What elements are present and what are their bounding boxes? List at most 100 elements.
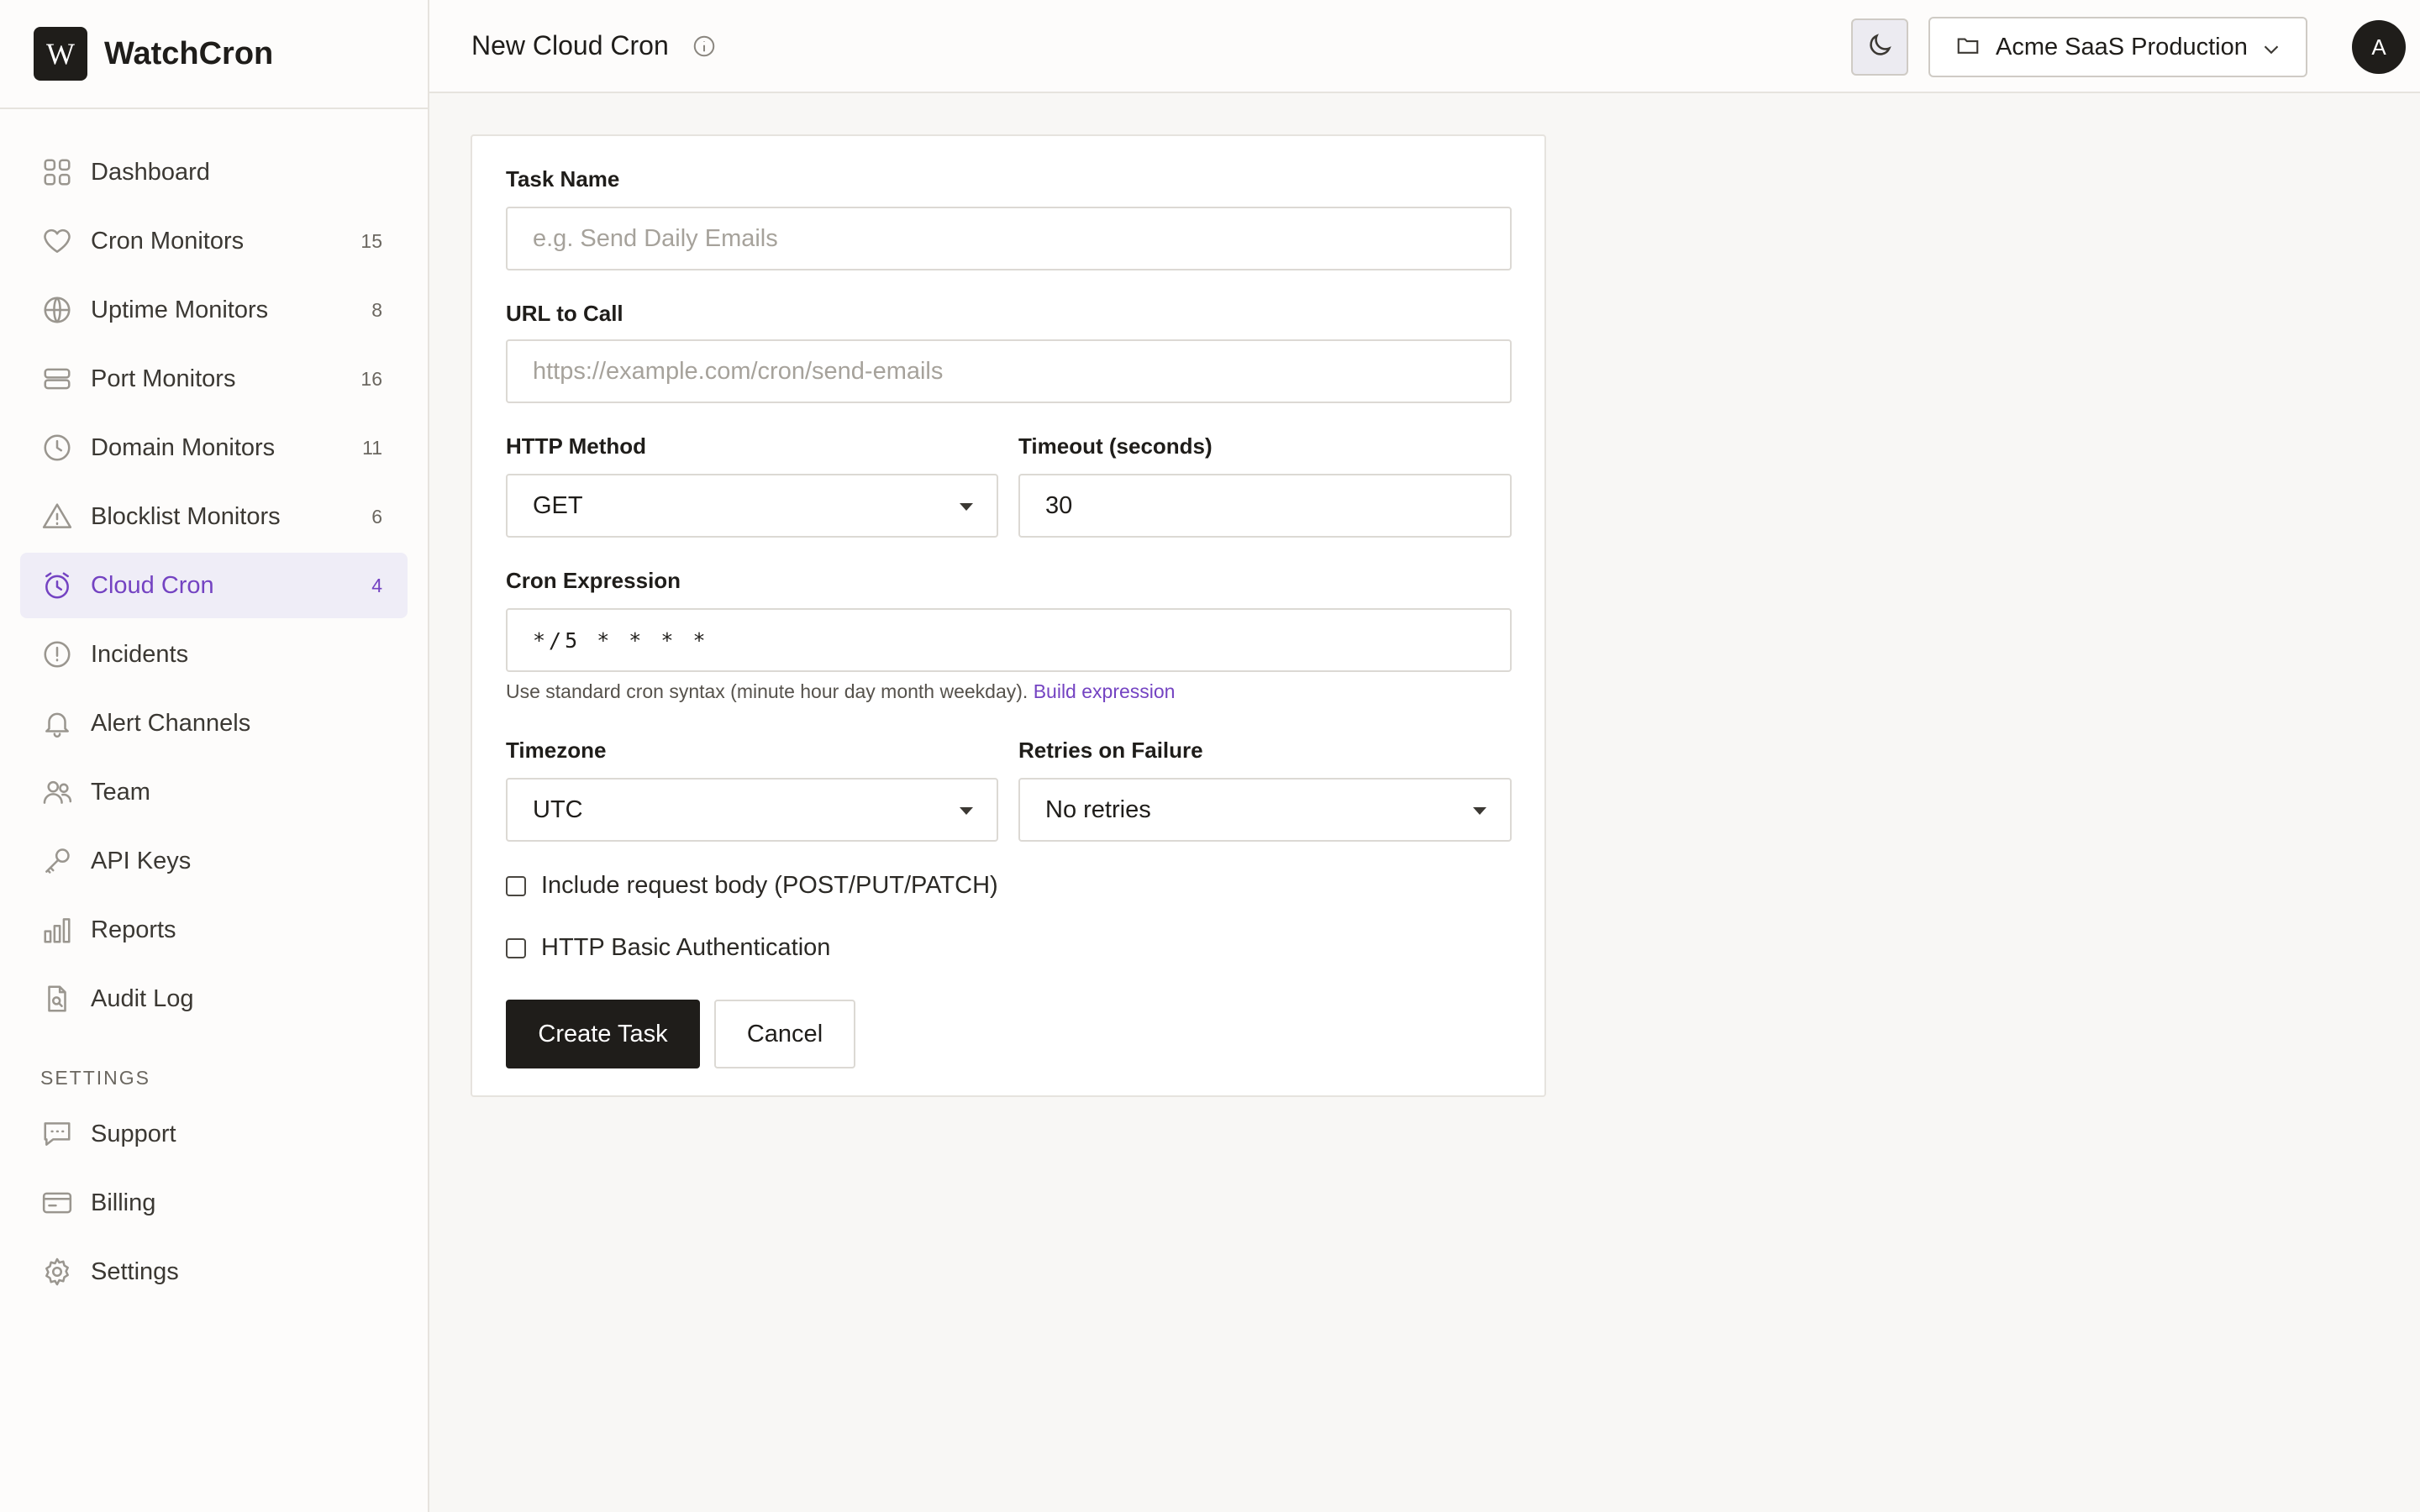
page-title: New Cloud Cron — [471, 30, 669, 60]
include-body-row[interactable]: Include request body (POST/PUT/PATCH) — [506, 872, 998, 900]
sidebar-item-label: Incidents — [91, 640, 189, 668]
sidebar-item-support[interactable]: Support — [20, 1101, 408, 1167]
alert-circle-icon — [40, 638, 74, 671]
sidebar-item-count: 16 — [360, 367, 382, 390]
sidebar-item-count: 4 — [371, 574, 382, 596]
sidebar-item-reports[interactable]: Reports — [20, 897, 408, 963]
sidebar-item-label: Audit Log — [91, 984, 194, 1012]
sidebar-item-incidents[interactable]: Incidents — [20, 622, 408, 687]
new-cloud-cron-form: Task Name URL to Call HTTP Method GET Ti… — [471, 134, 1546, 1097]
sidebar-item-label: Billing — [91, 1189, 156, 1216]
credit-card-icon — [40, 1186, 74, 1220]
sidebar-item-label: Uptime Monitors — [91, 296, 269, 323]
sidebar-item-dashboard[interactable]: Dashboard — [20, 139, 408, 205]
gear-icon — [40, 1255, 74, 1289]
theme-toggle-button[interactable] — [1851, 18, 1908, 76]
sidebar-item-uptime-monitors[interactable]: Uptime Monitors 8 — [20, 277, 408, 343]
brand[interactable]: W WatchCron — [0, 0, 428, 109]
bell-icon — [40, 706, 74, 740]
sidebar-item-audit-log[interactable]: Audit Log — [20, 966, 408, 1032]
moon-icon — [1865, 31, 1894, 64]
sidebar-item-cron-monitors[interactable]: Cron Monitors 15 — [20, 208, 408, 274]
clock-icon — [40, 431, 74, 465]
caret-down-icon — [1473, 807, 1486, 815]
heart-icon — [40, 224, 74, 258]
http-method-select[interactable]: GET — [506, 474, 998, 538]
grid-icon — [40, 155, 74, 189]
sidebar-item-domain-monitors[interactable]: Domain Monitors 11 — [20, 415, 408, 480]
sidebar-item-port-monitors[interactable]: Port Monitors 16 — [20, 346, 408, 412]
include-body-label: Include request body (POST/PUT/PATCH) — [541, 872, 998, 899]
sidebar-item-api-keys[interactable]: API Keys — [20, 828, 408, 894]
sidebar-item-label: Dashboard — [91, 158, 210, 186]
chat-icon — [40, 1117, 74, 1151]
create-task-button[interactable]: Create Task — [506, 1000, 700, 1068]
cron-expression-label: Cron Expression — [506, 568, 681, 593]
sidebar-item-count: 6 — [371, 505, 382, 528]
sidebar-item-label: Reports — [91, 916, 176, 943]
sidebar-item-settings[interactable]: Settings — [20, 1239, 408, 1305]
sidebar-item-billing[interactable]: Billing — [20, 1170, 408, 1236]
sidebar-item-count: 15 — [360, 229, 382, 252]
info-icon[interactable] — [692, 34, 717, 59]
sidebar-item-label: Domain Monitors — [91, 433, 276, 461]
sidebar-item-team[interactable]: Team — [20, 759, 408, 825]
timezone-select[interactable]: UTC — [506, 778, 998, 842]
retries-label: Retries on Failure — [1018, 738, 1203, 763]
key-icon — [40, 844, 74, 878]
timezone-label: Timezone — [506, 738, 607, 763]
brand-logo: W — [34, 27, 87, 81]
retries-value: No retries — [1045, 795, 1151, 823]
timeout-input[interactable] — [1018, 474, 1512, 538]
task-name-input[interactable] — [506, 207, 1512, 270]
basic-auth-label: HTTP Basic Authentication — [541, 934, 831, 961]
avatar[interactable]: A — [2352, 20, 2406, 74]
cron-helper-label: Use standard cron syntax (minute hour da… — [506, 680, 1028, 702]
url-input[interactable] — [506, 339, 1512, 403]
settings-section-label: SETTINGS — [40, 1067, 151, 1089]
sidebar-item-label: Alert Channels — [91, 709, 251, 737]
sidebar-item-label: Cloud Cron — [91, 571, 214, 599]
basic-auth-checkbox[interactable] — [506, 937, 526, 958]
cron-helper-text: Use standard cron syntax (minute hour da… — [506, 680, 1175, 703]
http-method-value: GET — [533, 491, 583, 519]
chevron-down-icon — [2259, 37, 2281, 59]
sidebar-item-count: 8 — [371, 298, 382, 321]
caret-down-icon — [960, 807, 973, 815]
sidebar-item-label: Cron Monitors — [91, 227, 245, 255]
brand-name: WatchCron — [104, 35, 274, 71]
caret-down-icon — [960, 503, 973, 511]
users-icon — [40, 775, 74, 809]
cancel-button[interactable]: Cancel — [714, 1000, 855, 1068]
sidebar-nav: Dashboard Cron Monitors 15 Uptime Monito… — [0, 109, 428, 1305]
include-body-checkbox[interactable] — [506, 875, 526, 896]
sidebar-item-label: Team — [91, 778, 150, 806]
sidebar: W WatchCron Dashboard Cron Monitors 15 U… — [0, 0, 429, 1512]
timezone-value: UTC — [533, 795, 583, 823]
server-icon — [40, 362, 74, 396]
basic-auth-row[interactable]: HTTP Basic Authentication — [506, 934, 830, 962]
sidebar-item-alert-channels[interactable]: Alert Channels — [20, 690, 408, 756]
build-expression-link[interactable]: Build expression — [1034, 680, 1176, 702]
alarm-clock-icon — [40, 569, 74, 602]
http-method-label: HTTP Method — [506, 433, 647, 459]
task-name-label: Task Name — [506, 166, 620, 192]
sidebar-item-label: Support — [91, 1120, 176, 1147]
bar-chart-icon — [40, 913, 74, 947]
retries-select[interactable]: No retries — [1018, 778, 1512, 842]
sidebar-item-blocklist-monitors[interactable]: Blocklist Monitors 6 — [20, 484, 408, 549]
sidebar-item-label: Blocklist Monitors — [91, 502, 281, 530]
cron-expression-input[interactable] — [506, 608, 1512, 672]
sidebar-item-label: Settings — [91, 1257, 179, 1285]
warning-icon — [40, 500, 74, 533]
sidebar-item-label: Port Monitors — [91, 365, 236, 392]
sidebar-item-cloud-cron[interactable]: Cloud Cron 4 — [20, 553, 408, 618]
sidebar-item-label: API Keys — [91, 847, 192, 874]
sidebar-item-count: 11 — [362, 436, 382, 459]
globe-icon — [40, 293, 74, 327]
project-selector[interactable]: Acme SaaS Production — [1928, 17, 2307, 77]
folder-icon — [1955, 33, 1981, 62]
top-bar: New Cloud Cron Acme SaaS Production A — [429, 0, 2420, 93]
project-name: Acme SaaS Production — [1996, 33, 2248, 60]
file-search-icon — [40, 982, 74, 1016]
